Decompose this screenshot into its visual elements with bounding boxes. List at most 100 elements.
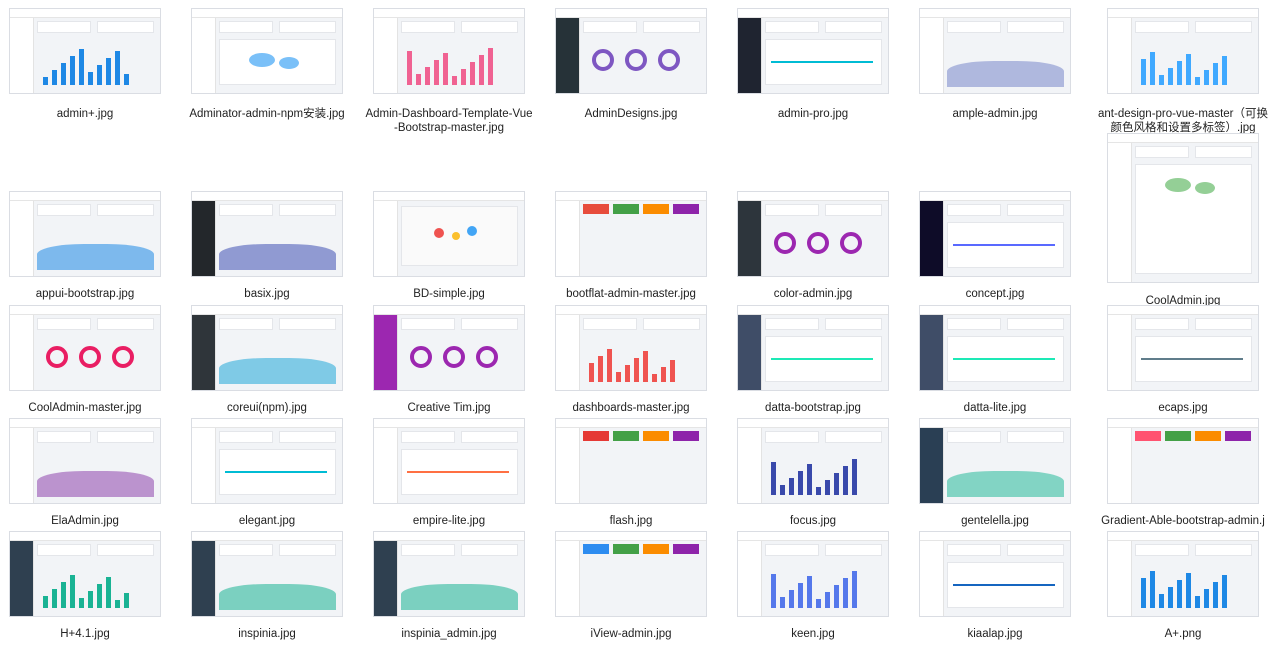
file-thumbnail[interactable]: [191, 418, 343, 504]
thumbnail-graphic: [79, 346, 101, 368]
file-thumbnail[interactable]: [737, 531, 889, 617]
file-thumbnail[interactable]: [737, 305, 889, 391]
file-thumbnail[interactable]: [1107, 418, 1259, 504]
file-thumbnail[interactable]: [373, 191, 525, 277]
thumbnail-graphic: [852, 571, 857, 608]
thumbnail-graphic: [583, 544, 609, 554]
thumbnail-graphic: [97, 544, 154, 556]
file-thumbnail[interactable]: [555, 8, 707, 94]
thumbnail-graphic: [115, 51, 120, 85]
thumbnail-graphic: [807, 232, 829, 254]
file-thumbnail[interactable]: [919, 8, 1071, 94]
thumbnail-graphic: [416, 74, 421, 85]
thumbnail-graphic: [1108, 532, 1258, 541]
thumbnail-graphic: [625, 49, 647, 71]
file-thumbnail[interactable]: [919, 418, 1071, 504]
thumbnail-graphic: [556, 192, 706, 201]
thumbnail-graphic: [825, 204, 882, 216]
file-thumbnail[interactable]: [373, 8, 525, 94]
file-thumbnail[interactable]: [737, 191, 889, 277]
thumbnail-graphic: [1135, 146, 1189, 158]
thumbnail-graphic: [807, 464, 812, 495]
file-thumbnail[interactable]: [373, 531, 525, 617]
file-thumbnail[interactable]: [555, 418, 707, 504]
file-thumbnail[interactable]: [1107, 133, 1259, 283]
thumbnail-graphic: [765, 204, 819, 216]
thumbnail-graphic: [920, 419, 944, 503]
thumbnail-graphic: [920, 306, 944, 390]
thumbnail-graphic: [374, 9, 398, 93]
thumbnail-graphic: [192, 532, 216, 616]
thumbnail-graphic: [947, 471, 1064, 497]
file-name: basix.jpg: [244, 288, 290, 300]
file-name: kiaalap.jpg: [967, 628, 1023, 640]
file-thumbnail[interactable]: [9, 191, 161, 277]
thumbnail-graphic: [738, 419, 762, 503]
thumbnail-graphic: [953, 358, 1055, 360]
thumbnail-graphic: [1108, 532, 1132, 616]
file-thumbnail[interactable]: [919, 531, 1071, 617]
file-thumbnail[interactable]: [555, 191, 707, 277]
thumbnail-graphic: [407, 51, 412, 85]
file-thumbnail[interactable]: [9, 305, 161, 391]
file-thumbnail[interactable]: [9, 418, 161, 504]
thumbnail-graphic: [738, 192, 762, 276]
thumbnail-graphic: [1141, 59, 1146, 85]
file-thumbnail[interactable]: [373, 418, 525, 504]
thumbnail-graphic: [625, 365, 630, 382]
file-name: empire-lite.jpg: [412, 515, 486, 527]
thumbnail-graphic: [652, 374, 657, 382]
file-name: appui-bootstrap.jpg: [35, 288, 135, 300]
file-thumbnail[interactable]: [737, 8, 889, 94]
thumbnail-graphic: [643, 351, 648, 382]
file-thumbnail[interactable]: [1107, 531, 1259, 617]
thumbnail-graphic: [112, 346, 134, 368]
thumbnail-graphic: [106, 58, 111, 85]
file-thumbnail[interactable]: [9, 531, 161, 617]
thumbnail-graphic: [192, 306, 216, 390]
thumbnail-graphic: [249, 53, 275, 67]
thumbnail-graphic: [88, 72, 93, 85]
file-thumbnail[interactable]: [191, 8, 343, 94]
file-name: BD-simple.jpg: [413, 288, 485, 300]
thumbnail-graphic: [789, 590, 794, 608]
thumbnail-graphic: [765, 431, 819, 443]
thumbnail-graphic: [1165, 178, 1191, 192]
file-thumbnail[interactable]: [555, 305, 707, 391]
thumbnail-graphic: [10, 419, 160, 428]
file-thumbnail[interactable]: [9, 8, 161, 94]
thumbnail-graphic: [658, 49, 680, 71]
file-name: A+.png: [1164, 628, 1202, 640]
file-thumbnail[interactable]: [1107, 8, 1259, 94]
file-thumbnail[interactable]: [919, 305, 1071, 391]
file-thumbnail[interactable]: [555, 531, 707, 617]
thumbnail-graphic: [738, 306, 888, 315]
file-thumbnail[interactable]: [191, 531, 343, 617]
thumbnail-graphic: [1007, 21, 1064, 33]
file-thumbnail[interactable]: [737, 418, 889, 504]
thumbnail-graphic: [452, 232, 460, 240]
file-thumbnail[interactable]: [191, 305, 343, 391]
thumbnail-graphic: [443, 346, 465, 368]
thumbnail-graphic: [825, 480, 830, 495]
file-thumbnail[interactable]: [919, 191, 1071, 277]
thumbnail-graphic: [789, 478, 794, 495]
thumbnail-graphic: [1108, 419, 1132, 503]
thumbnail-graphic: [37, 544, 91, 556]
thumbnail-graphic: [192, 419, 216, 503]
thumbnail-graphic: [10, 192, 34, 276]
thumbnail-graphic: [61, 63, 66, 85]
file-thumbnail[interactable]: [1107, 305, 1259, 391]
thumbnail-graphic: [947, 21, 1001, 33]
thumbnail-graphic: [225, 471, 327, 473]
thumbnail-graphic: [947, 204, 1001, 216]
file-name: ant-design-pro-vue-master（可换颜色风格和设置多标签）.…: [1098, 108, 1269, 134]
file-thumbnail[interactable]: [191, 191, 343, 277]
file-name: admin-pro.jpg: [777, 108, 849, 120]
thumbnail-graphic: [807, 576, 812, 608]
thumbnail-graphic: [97, 584, 102, 608]
thumbnail-graphic: [765, 21, 819, 33]
thumbnail-graphic: [1195, 431, 1221, 441]
thumbnail-graphic: [583, 431, 609, 441]
file-thumbnail[interactable]: [373, 305, 525, 391]
